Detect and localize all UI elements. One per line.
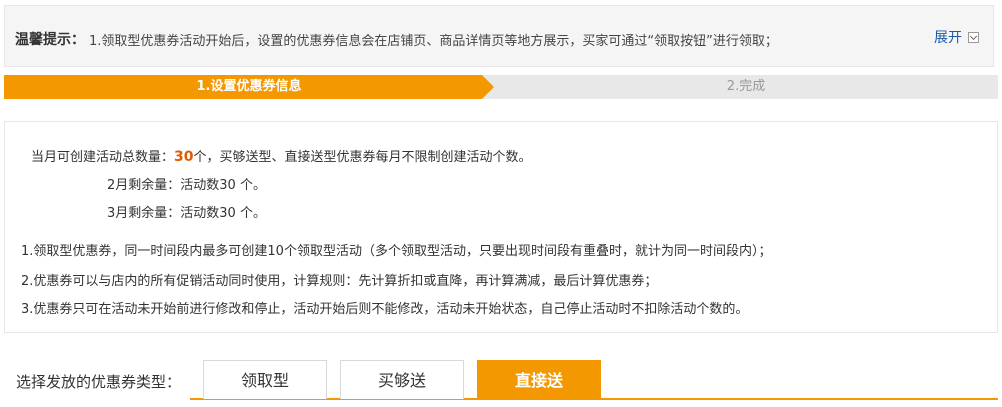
remaining-feb: 2月剩余量：活动数30 个。 — [107, 174, 266, 193]
remaining-value: 活动数30 个。 — [180, 206, 266, 221]
rule-1: 1.领取型优惠券，同一时间段内最多可创建10个领取型活动（多个领取型活动，只要出… — [21, 244, 772, 259]
remaining-month: 3月剩余量： — [107, 206, 181, 221]
chevron-down-icon[interactable] — [968, 31, 979, 43]
quota-suffix: 个，买够送型、直接送型优惠券每月不限制创建活动个数。 — [193, 150, 532, 165]
rule-2: 2.优惠券可以与店内的所有促销活动同时使用，计算规则：先计算折扣或直降，再计算满… — [21, 274, 658, 289]
coupon-type-label: 选择发放的优惠券类型： — [16, 373, 182, 391]
tab-claim-type[interactable]: 领取型 — [203, 360, 327, 399]
tab-direct-send[interactable]: 直接送 — [477, 360, 601, 400]
step-1-active: 1.设置优惠券信息 — [4, 75, 494, 99]
expand-label[interactable]: 展开 — [934, 27, 962, 47]
tab-buy-enough-gift[interactable]: 买够送 — [340, 360, 464, 399]
remaining-mar: 3月剩余量：活动数30 个。 — [107, 202, 266, 221]
step-2-label: 2.完成 — [726, 79, 766, 94]
monthly-quota: 当月可创建活动总数量：30个，买够送型、直接送型优惠券每月不限制创建活动个数。 — [31, 146, 532, 165]
notice-bar: 温馨提示： 1.领取型优惠券活动开始后，设置的优惠券信息会在店铺页、商品详情页等… — [4, 5, 994, 67]
step-1-label: 1.设置优惠券信息 — [196, 79, 302, 94]
expand-toggle[interactable]: 展开 — [934, 27, 979, 47]
notice-label: 温馨提示： — [15, 32, 85, 48]
step-progress: 1.设置优惠券信息 2.完成 — [4, 75, 998, 99]
remaining-value: 活动数30 个。 — [180, 178, 266, 193]
step-2: 2.完成 — [494, 75, 998, 99]
quota-prefix: 当月可创建活动总数量： — [31, 150, 175, 165]
rule-3: 3.优惠券只可在活动未开始前进行修改和停止，活动开始后则不能修改，活动未开始状态… — [21, 302, 749, 317]
info-panel: 当月可创建活动总数量：30个，买够送型、直接送型优惠券每月不限制创建活动个数。 … — [4, 121, 998, 333]
notice-text: 1.领取型优惠券活动开始后，设置的优惠券信息会在店铺页、商品详情页等地方展示，买… — [89, 34, 778, 49]
quota-count: 30 — [174, 149, 194, 165]
remaining-month: 2月剩余量： — [107, 178, 181, 193]
